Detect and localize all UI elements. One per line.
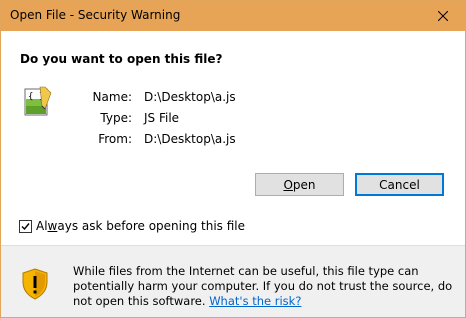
warning-message: While files from the Internet can be use… [73, 264, 453, 309]
close-button[interactable] [421, 1, 465, 31]
type-value: JS File [144, 111, 180, 125]
whats-the-risk-link[interactable]: What's the risk? [209, 294, 301, 308]
cancel-button-label: Cancel [379, 177, 420, 192]
always-ask-label: Always ask before opening this file [36, 219, 246, 233]
js-file-icon: { }+ [23, 86, 53, 116]
name-value: D:\Desktop\a.js [144, 90, 236, 104]
shield-warning-icon [22, 268, 48, 300]
cancel-button[interactable]: Cancel [355, 173, 444, 196]
warning-footer: While files from the Internet can be use… [1, 246, 465, 317]
always-ask-checkbox[interactable] [19, 219, 32, 233]
from-label: From: [98, 132, 132, 146]
title-bar[interactable]: Open File - Security Warning [1, 1, 465, 31]
window-title: Open File - Security Warning [10, 8, 181, 22]
open-button-label: Open [283, 177, 316, 192]
close-icon [438, 11, 448, 21]
checkmark-icon [21, 222, 30, 230]
dialog-question: Do you want to open this file? [20, 52, 223, 66]
name-label: Name: [92, 90, 132, 104]
security-warning-dialog: Open File - Security Warning Do you want… [0, 0, 466, 318]
always-ask-checkbox-row[interactable]: Always ask before opening this file [19, 219, 245, 233]
from-value: D:\Desktop\a.js [144, 132, 236, 146]
open-button[interactable]: Open [255, 173, 344, 196]
type-label: Type: [100, 111, 132, 125]
